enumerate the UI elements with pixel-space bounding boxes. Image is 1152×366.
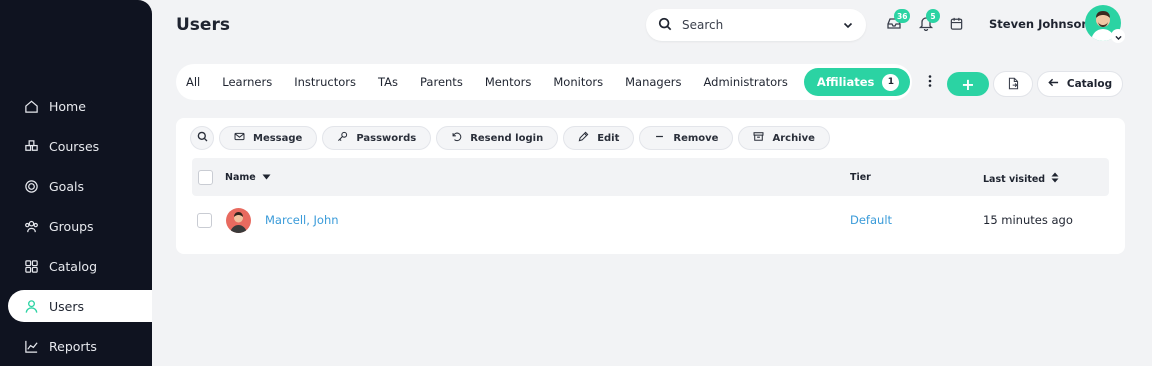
column-header-last-visited[interactable]: Last visited [983, 172, 1059, 186]
resend-login-button-label: Resend login [470, 132, 544, 144]
page-title: Users [176, 15, 230, 35]
edit-button-label: Edit [597, 132, 620, 144]
sidebar-item-home[interactable]: Home [8, 90, 152, 122]
catalog-icon [23, 258, 39, 274]
user-type-tabs: All Learners Instructors TAs Parents Men… [176, 64, 912, 100]
file-export-icon [1007, 75, 1020, 94]
column-header-name[interactable]: Name [225, 172, 271, 183]
sidebar-item-catalog[interactable]: Catalog [8, 250, 152, 282]
table-search-button[interactable] [190, 126, 214, 150]
resend-login-button[interactable]: Resend login [436, 126, 559, 150]
search-placeholder: Search [682, 18, 724, 32]
kebab-icon [928, 73, 932, 92]
message-button[interactable]: Message [219, 126, 318, 150]
message-button-label: Message [253, 132, 303, 144]
user-name-link[interactable]: Marcell, John [265, 213, 339, 227]
tab-administrators[interactable]: Administrators [704, 75, 788, 89]
export-button[interactable] [993, 71, 1033, 97]
calendar-button[interactable] [947, 16, 965, 34]
remove-button-label: Remove [673, 132, 719, 144]
tab-label: Affiliates [816, 75, 875, 89]
minus-icon [654, 131, 673, 145]
search-icon [197, 131, 208, 145]
inbox-button[interactable]: 36 [885, 9, 911, 34]
notifications-button[interactable]: 5 [917, 9, 940, 34]
tier-link[interactable]: Default [850, 213, 892, 227]
archive-icon [753, 131, 772, 145]
tab-managers[interactable]: Managers [625, 75, 681, 89]
key-icon [337, 131, 356, 145]
sidebar-item-groups[interactable]: Groups [8, 210, 152, 242]
search-icon [658, 16, 672, 35]
sidebar-item-label: Goals [49, 178, 84, 194]
column-header-last-visited-label: Last visited [983, 173, 1046, 185]
tab-count-badge: 1 [882, 73, 900, 91]
groups-icon [23, 218, 39, 234]
users-icon [23, 298, 39, 314]
bulk-actions-toolbar: Message Passwords Resend login Edit Remo… [190, 126, 835, 150]
sidebar-item-label: Users [49, 298, 85, 314]
column-header-tier[interactable]: Tier [850, 172, 871, 183]
inbox-badge: 36 [894, 9, 911, 23]
sidebar-item-users[interactable]: Users [8, 290, 152, 322]
catalog-button[interactable]: Catalog [1037, 71, 1123, 97]
sidebar-item-goals[interactable]: Goals [8, 170, 152, 202]
catalog-button-label: Catalog [1066, 78, 1113, 90]
sidebar: Home Courses Goals Groups Catalog Users … [0, 0, 152, 366]
archive-button-label: Archive [772, 132, 815, 144]
chevron-down-icon[interactable] [842, 16, 854, 35]
tab-all[interactable]: All [186, 75, 200, 89]
tab-mentors[interactable]: Mentors [485, 75, 532, 89]
sort-desc-icon [256, 172, 271, 183]
envelope-icon [234, 131, 253, 145]
goals-icon [23, 178, 39, 194]
calendar-icon [949, 16, 964, 35]
sidebar-item-label: Reports [49, 338, 97, 354]
account-menu-chevron[interactable] [1111, 29, 1125, 43]
column-header-name-label: Name [225, 172, 256, 183]
passwords-button[interactable]: Passwords [322, 126, 432, 150]
reports-icon [23, 338, 39, 354]
table-header: Name Tier Last visited [192, 158, 1109, 196]
notifications-badge: 5 [926, 9, 940, 23]
more-options-button[interactable] [922, 73, 938, 91]
users-panel: Message Passwords Resend login Edit Remo… [176, 118, 1125, 254]
tab-instructors[interactable]: Instructors [294, 75, 356, 89]
tab-parents[interactable]: Parents [420, 75, 463, 89]
courses-icon [23, 138, 39, 154]
avatar [226, 208, 251, 233]
undo-icon [451, 131, 470, 145]
sort-icon [1045, 172, 1059, 186]
edit-button[interactable]: Edit [563, 126, 635, 150]
passwords-button-label: Passwords [356, 132, 417, 144]
add-user-button[interactable]: + [947, 72, 989, 96]
search-input[interactable]: Search [646, 9, 866, 41]
sidebar-item-label: Courses [49, 138, 100, 154]
select-all-checkbox[interactable] [198, 170, 213, 185]
tab-monitors[interactable]: Monitors [553, 75, 603, 89]
home-icon [23, 98, 39, 114]
sidebar-nav: Home Courses Goals Groups Catalog Users … [8, 90, 152, 366]
sidebar-item-reports[interactable]: Reports [8, 330, 152, 362]
remove-button[interactable]: Remove [639, 126, 734, 150]
archive-button[interactable]: Archive [738, 126, 830, 150]
row-checkbox[interactable] [197, 213, 212, 228]
sidebar-item-courses[interactable]: Courses [8, 130, 152, 162]
pencil-icon [578, 131, 597, 145]
sidebar-item-label: Groups [49, 218, 94, 234]
user-name: Steven Johnson [989, 17, 1090, 31]
arrow-left-icon [1048, 77, 1067, 91]
sidebar-item-label: Catalog [49, 258, 98, 274]
tab-learners[interactable]: Learners [222, 75, 272, 89]
sidebar-item-label: Home [49, 98, 86, 114]
tab-affiliates[interactable]: Affiliates 1 [803, 68, 911, 96]
last-visited-value: 15 minutes ago [983, 213, 1073, 227]
tab-tas[interactable]: TAs [378, 75, 398, 89]
chevron-down-icon [1114, 27, 1123, 46]
